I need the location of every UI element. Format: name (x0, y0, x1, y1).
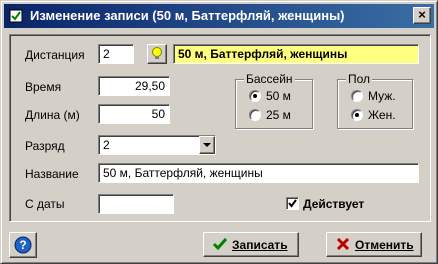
help-glyph: ? (19, 238, 26, 252)
gender-male-radio[interactable] (351, 90, 363, 102)
gender-female-label: Жен. (368, 108, 396, 122)
app-icon (9, 9, 23, 23)
window-title: Изменение записи (50 м, Баттерфляй, женщ… (30, 8, 345, 23)
cancel-icon (336, 237, 350, 251)
pool-50m-radio[interactable] (249, 90, 261, 102)
dialog-window: Изменение записи (50 м, Баттерфляй, женщ… (0, 0, 438, 264)
close-icon: × (418, 7, 426, 22)
checkmark-icon (212, 238, 228, 251)
time-input[interactable]: 29,50 (98, 76, 170, 96)
length-label: Длина (м) (25, 108, 80, 122)
distance-description: 50 м, Баттерфляй, женщины (173, 44, 419, 64)
lookup-distance-button[interactable] (147, 44, 167, 64)
time-label: Время (25, 80, 62, 94)
length-input[interactable]: 50 (98, 104, 170, 124)
rank-select[interactable]: 2 (98, 135, 216, 155)
distance-label: Дистанция (25, 48, 85, 62)
name-label: Название (25, 167, 79, 181)
close-button[interactable]: × (413, 7, 431, 24)
from-date-label: С даты (25, 197, 65, 211)
title-bar[interactable]: Изменение записи (50 м, Баттерфляй, женщ… (4, 4, 434, 28)
gender-female-radio[interactable] (351, 109, 363, 121)
checkmark-icon (288, 199, 297, 208)
pool-50m-label: 50 м (266, 89, 291, 103)
distance-input[interactable]: 2 (98, 44, 134, 64)
lightbulb-icon (152, 47, 162, 59)
save-button[interactable]: Записать (203, 232, 299, 257)
chevron-down-icon (203, 143, 211, 147)
from-date-input[interactable] (98, 194, 174, 214)
pool-group-title: Бассейн (244, 72, 295, 86)
cancel-label: Отменить (355, 238, 414, 252)
active-label: Действует (303, 197, 365, 211)
rank-label: Разряд (25, 139, 65, 153)
pool-25m-radio[interactable] (249, 109, 261, 121)
cancel-button[interactable]: Отменить (326, 232, 422, 257)
rank-dropdown-button[interactable] (199, 136, 215, 154)
gender-male-label: Муж. (368, 89, 396, 103)
save-label: Записать (232, 238, 288, 252)
pool-25m-label: 25 м (266, 108, 291, 122)
active-checkbox[interactable] (286, 197, 299, 210)
gender-group-title: Пол (346, 72, 373, 86)
help-icon: ? (14, 236, 32, 254)
help-button[interactable]: ? (9, 232, 37, 258)
name-input[interactable]: 50 м, Баттерфляй, женщины (98, 163, 419, 183)
rank-value: 2 (103, 138, 110, 152)
